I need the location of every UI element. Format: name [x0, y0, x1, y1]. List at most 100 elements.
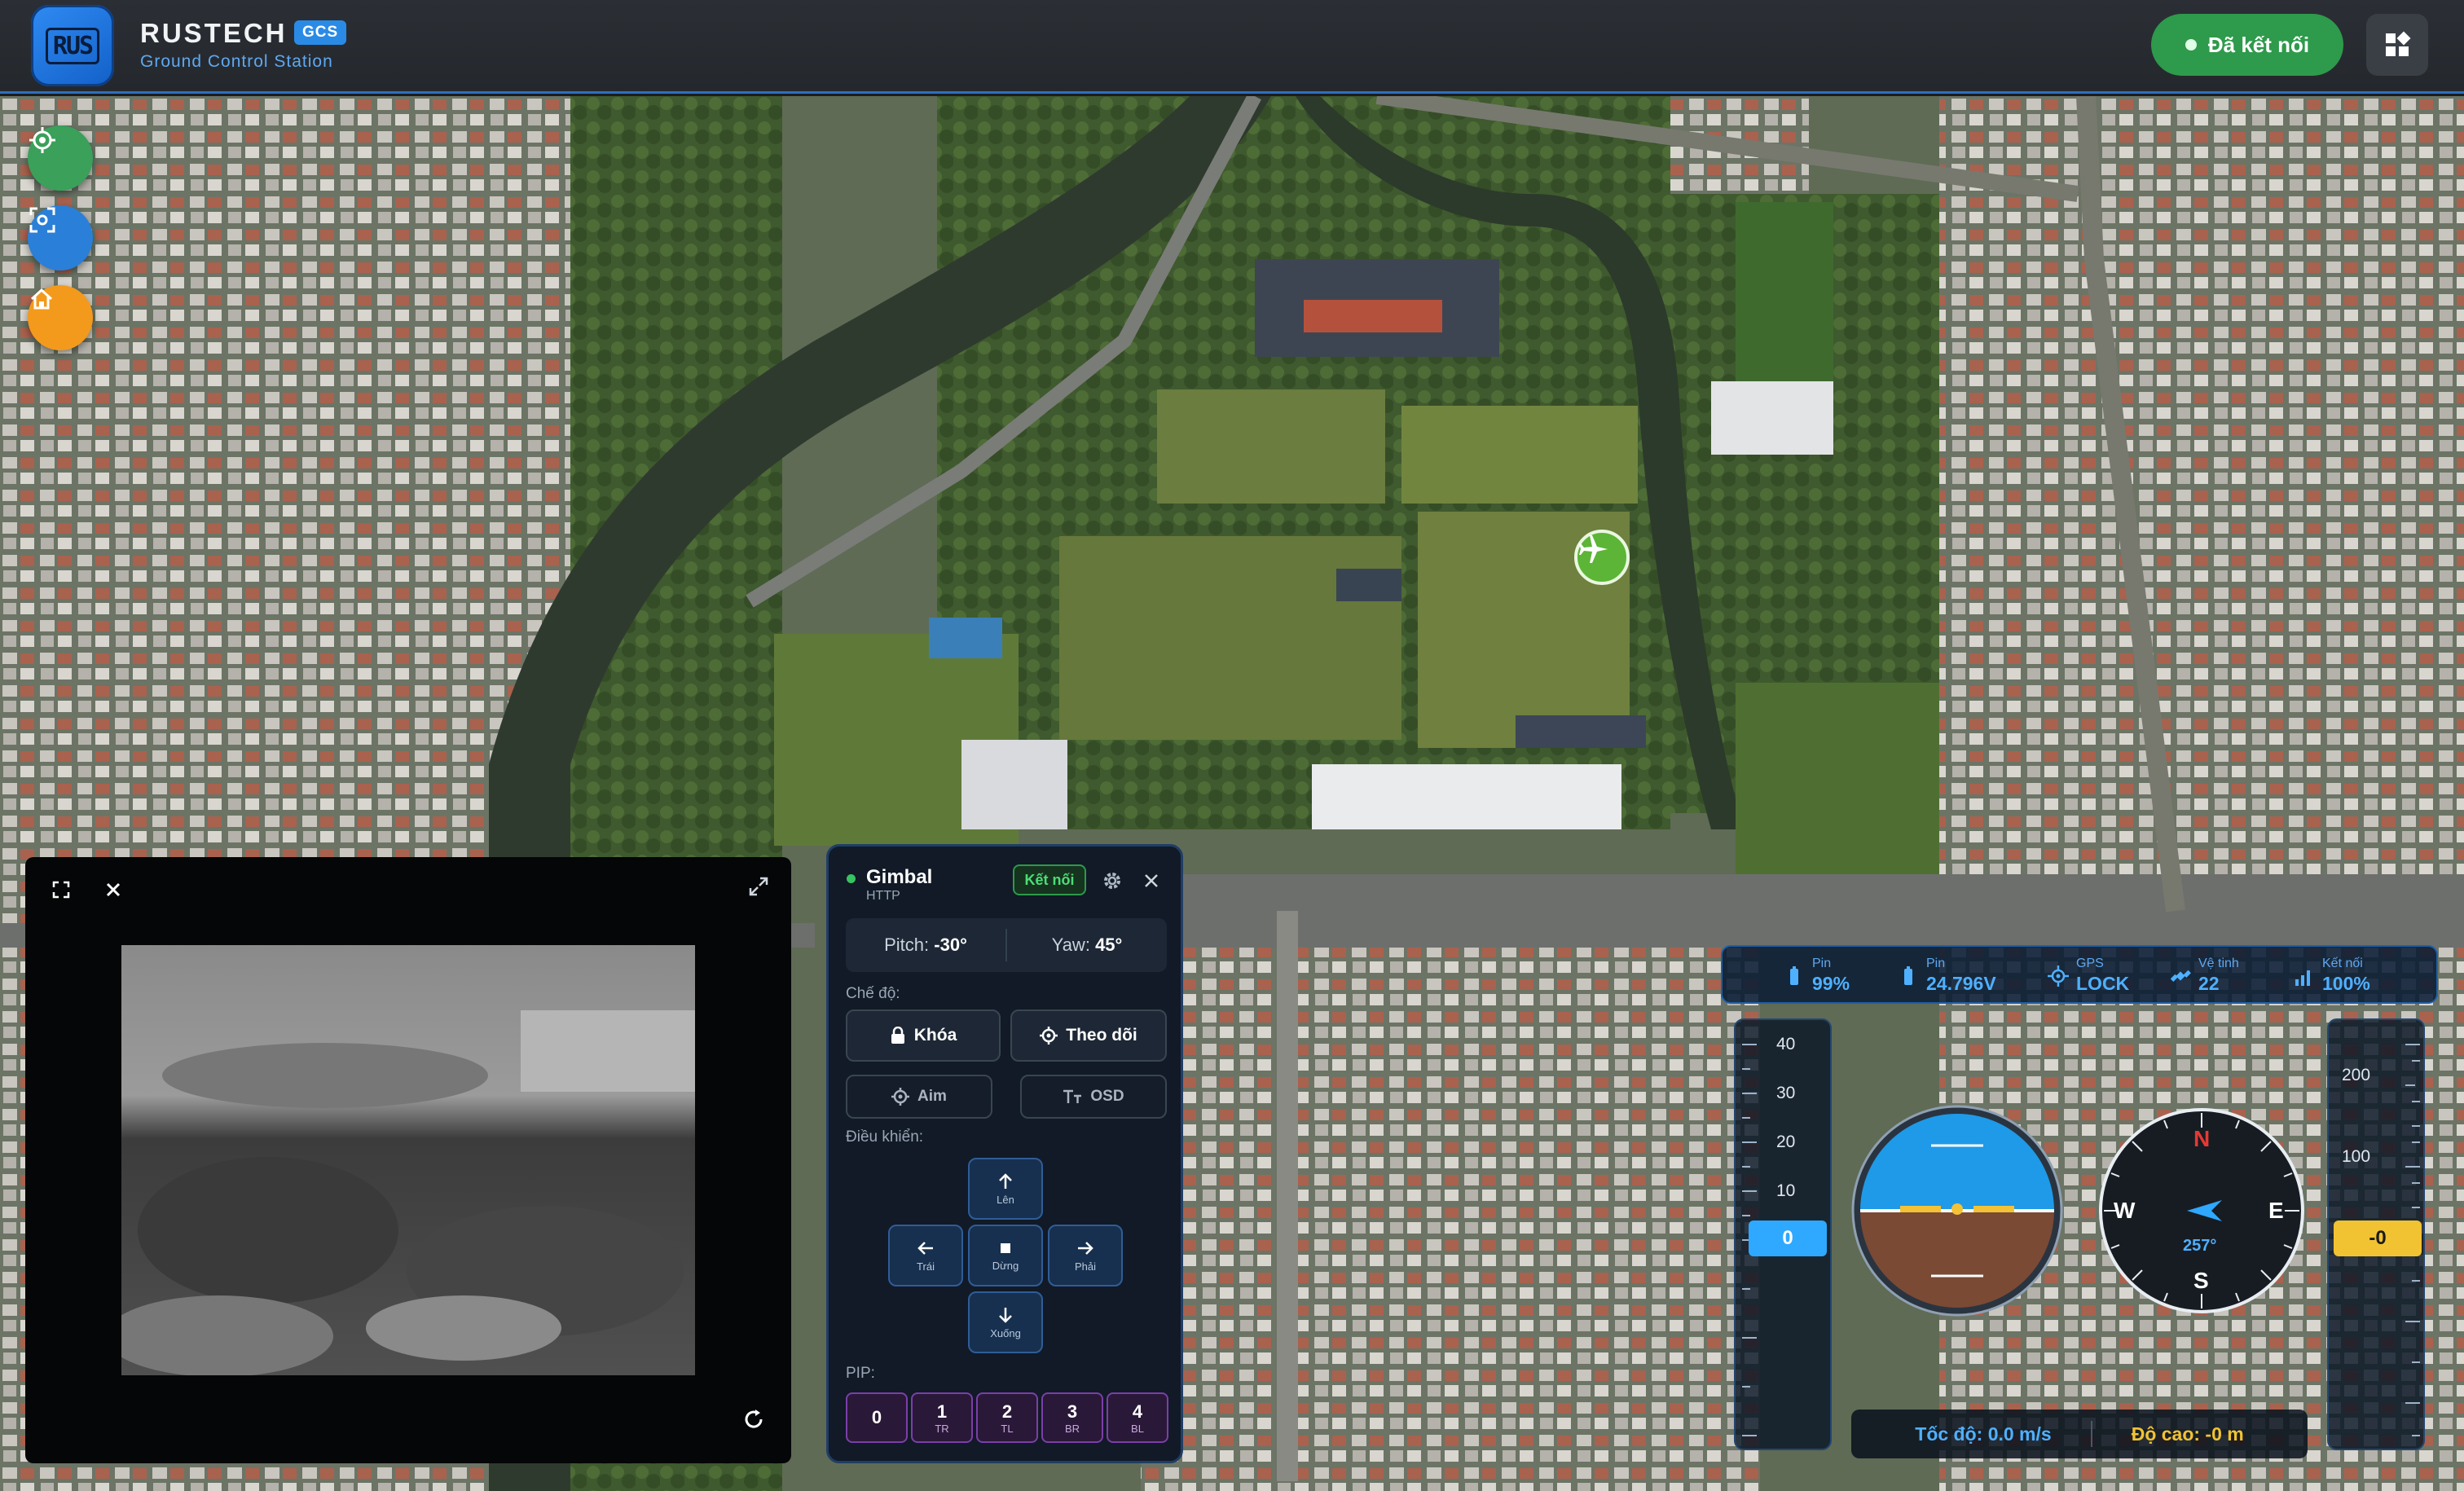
- yaw-label: Yaw:: [1051, 935, 1090, 955]
- attitude-indicator: [1851, 1105, 2063, 1317]
- signal-bars-icon: [2295, 970, 2310, 986]
- lock-icon: [891, 1027, 904, 1044]
- connection-status-button[interactable]: Đã kết nối: [2151, 14, 2343, 76]
- pip-button-0[interactable]: 0: [846, 1392, 908, 1443]
- stop-icon: [1001, 1242, 1010, 1253]
- telemetry-status-bar: Pin 99% Pin 24.796V GPS LOCK Vệ tinh 22 …: [1721, 945, 2438, 1004]
- pip-position: TL: [1001, 1422, 1014, 1435]
- lock-mode-button[interactable]: Khóa: [846, 1009, 1001, 1062]
- pip-position: TR: [935, 1422, 949, 1435]
- focus-drone-button[interactable]: [28, 205, 93, 270]
- gimbal-settings-button[interactable]: [1098, 866, 1127, 895]
- fullscreen-icon: [52, 881, 70, 899]
- fullscreen-button[interactable]: [45, 873, 77, 906]
- gimbal-left-button[interactable]: Trái: [888, 1225, 963, 1286]
- battery-icon: [1904, 966, 1912, 985]
- aim-crosshair-icon: [891, 1088, 910, 1106]
- compass: N S E W 257°: [2096, 1105, 2308, 1317]
- grid-icon: [2386, 31, 2411, 56]
- pip-button-1[interactable]: 1 TR: [911, 1392, 973, 1443]
- mode-label: Chế độ:: [846, 985, 900, 1002]
- refresh-video-button[interactable]: [737, 1403, 770, 1436]
- layout-grid-button[interactable]: [2366, 14, 2428, 76]
- gimbal-up-button[interactable]: Lên: [968, 1158, 1043, 1220]
- arrow-down-icon: [999, 1307, 1012, 1323]
- gimbal-connect-button[interactable]: Kết nối: [1013, 864, 1086, 895]
- satellite-value: 22: [2198, 973, 2220, 994]
- compass-east: E: [2268, 1198, 2284, 1223]
- gimbal-protocol: HTTP: [866, 889, 900, 903]
- osd-button[interactable]: OSD: [1020, 1075, 1167, 1119]
- pip-number: 4: [1132, 1401, 1143, 1422]
- thermal-image: [121, 945, 695, 1375]
- pitch-value: -30°: [934, 935, 967, 955]
- compass-west: W: [2114, 1198, 2136, 1223]
- satellite-label: Vệ tinh: [2198, 957, 2239, 970]
- altitude-tape: 200 100 -0: [2327, 1018, 2425, 1450]
- pip-button-2[interactable]: 2 TL: [976, 1392, 1038, 1443]
- gimbal-down-button[interactable]: Xuống: [968, 1291, 1043, 1353]
- pip-button-3[interactable]: 3 BR: [1041, 1392, 1103, 1443]
- gimbal-control-panel: Gimbal HTTP Kết nối Pitch: -30° Yaw: 45°…: [826, 844, 1183, 1463]
- aim-label: Aim: [917, 1088, 947, 1105]
- yaw-readout: Yaw: 45°: [1007, 935, 1167, 956]
- logo-text: RUS: [45, 27, 100, 64]
- locate-button[interactable]: [28, 125, 93, 191]
- altitude-text: Độ cao: -0 m: [2131, 1423, 2244, 1445]
- home-button[interactable]: [28, 285, 93, 350]
- home-icon: [30, 288, 53, 310]
- osd-label: OSD: [1090, 1088, 1124, 1105]
- gimbal-right-button[interactable]: Phải: [1048, 1225, 1123, 1286]
- app-header: RUS RUSTECH GCS Ground Control Station Đ…: [0, 0, 2464, 94]
- gps-value: LOCK: [2076, 973, 2130, 994]
- pip-number: 3: [1067, 1401, 1078, 1422]
- thermal-video-frame[interactable]: [121, 945, 695, 1375]
- airplane-icon: [1579, 535, 1608, 563]
- aim-button[interactable]: Aim: [846, 1075, 992, 1119]
- expand-diagonal-icon: [749, 877, 768, 896]
- gimbal-stop-button[interactable]: Dừng: [968, 1225, 1043, 1286]
- compass-north: N: [2193, 1126, 2211, 1151]
- altitude-tick-label: 100: [2342, 1147, 2371, 1166]
- pip-label: PIP:: [846, 1365, 875, 1382]
- app-logo: RUS: [31, 5, 114, 86]
- close-video-button[interactable]: [97, 873, 130, 906]
- follow-mode-button[interactable]: Theo dõi: [1010, 1009, 1167, 1062]
- left-label: Trái: [917, 1260, 935, 1273]
- battery-percent-value: 99%: [1812, 973, 1850, 994]
- speed-altitude-bar: Tốc độ: 0.0 m/s Độ cao: -0 m: [1851, 1410, 2308, 1458]
- gps-crosshair-icon: [2048, 965, 2069, 987]
- follow-mode-label: Theo dõi: [1066, 1026, 1137, 1045]
- lock-mode-label: Khóa: [913, 1026, 957, 1045]
- gimbal-title: Gimbal: [866, 866, 933, 888]
- speed-tick-label: 30: [1776, 1084, 1796, 1102]
- arrow-right-icon: [1078, 1241, 1093, 1255]
- satellite-icon: [2170, 970, 2191, 982]
- pip-button-4[interactable]: 4 BL: [1107, 1392, 1168, 1443]
- brand-name: RUSTECH: [140, 18, 288, 48]
- gimbal-close-button[interactable]: [1137, 866, 1166, 895]
- pip-position: BR: [1064, 1422, 1080, 1435]
- status-dot-icon: [2185, 39, 2197, 51]
- ground-speed-text: Tốc độ: 0.0 m/s: [1915, 1423, 2052, 1445]
- connection-status-label: Đã kết nối: [2207, 32, 2310, 57]
- link-quality-label: Kết nối: [2322, 957, 2363, 970]
- expand-video-button[interactable]: [742, 870, 775, 903]
- heading-value: 257°: [2183, 1237, 2217, 1255]
- battery-percent-label: Pin: [1812, 957, 1832, 970]
- altitude-current-value: -0: [2334, 1221, 2422, 1256]
- battery-icon: [1790, 966, 1798, 985]
- arrow-left-icon: [917, 1241, 933, 1255]
- pip-number: 2: [1001, 1401, 1013, 1422]
- speed-current-value: 0: [1749, 1221, 1827, 1256]
- right-label: Phải: [1074, 1260, 1097, 1273]
- close-icon: [1145, 874, 1158, 887]
- crosshair-icon: [29, 127, 55, 153]
- telemetry-panel: Pin 99% Pin 24.796V GPS LOCK Vệ tinh 22 …: [1721, 945, 2438, 1467]
- compass-south: S: [2193, 1268, 2209, 1293]
- focus-frame-icon: [29, 207, 55, 233]
- speed-tick-label: 10: [1776, 1181, 1796, 1200]
- down-label: Xuống: [990, 1326, 1021, 1339]
- refresh-icon: [745, 1410, 763, 1428]
- drone-marker[interactable]: [1574, 530, 1630, 585]
